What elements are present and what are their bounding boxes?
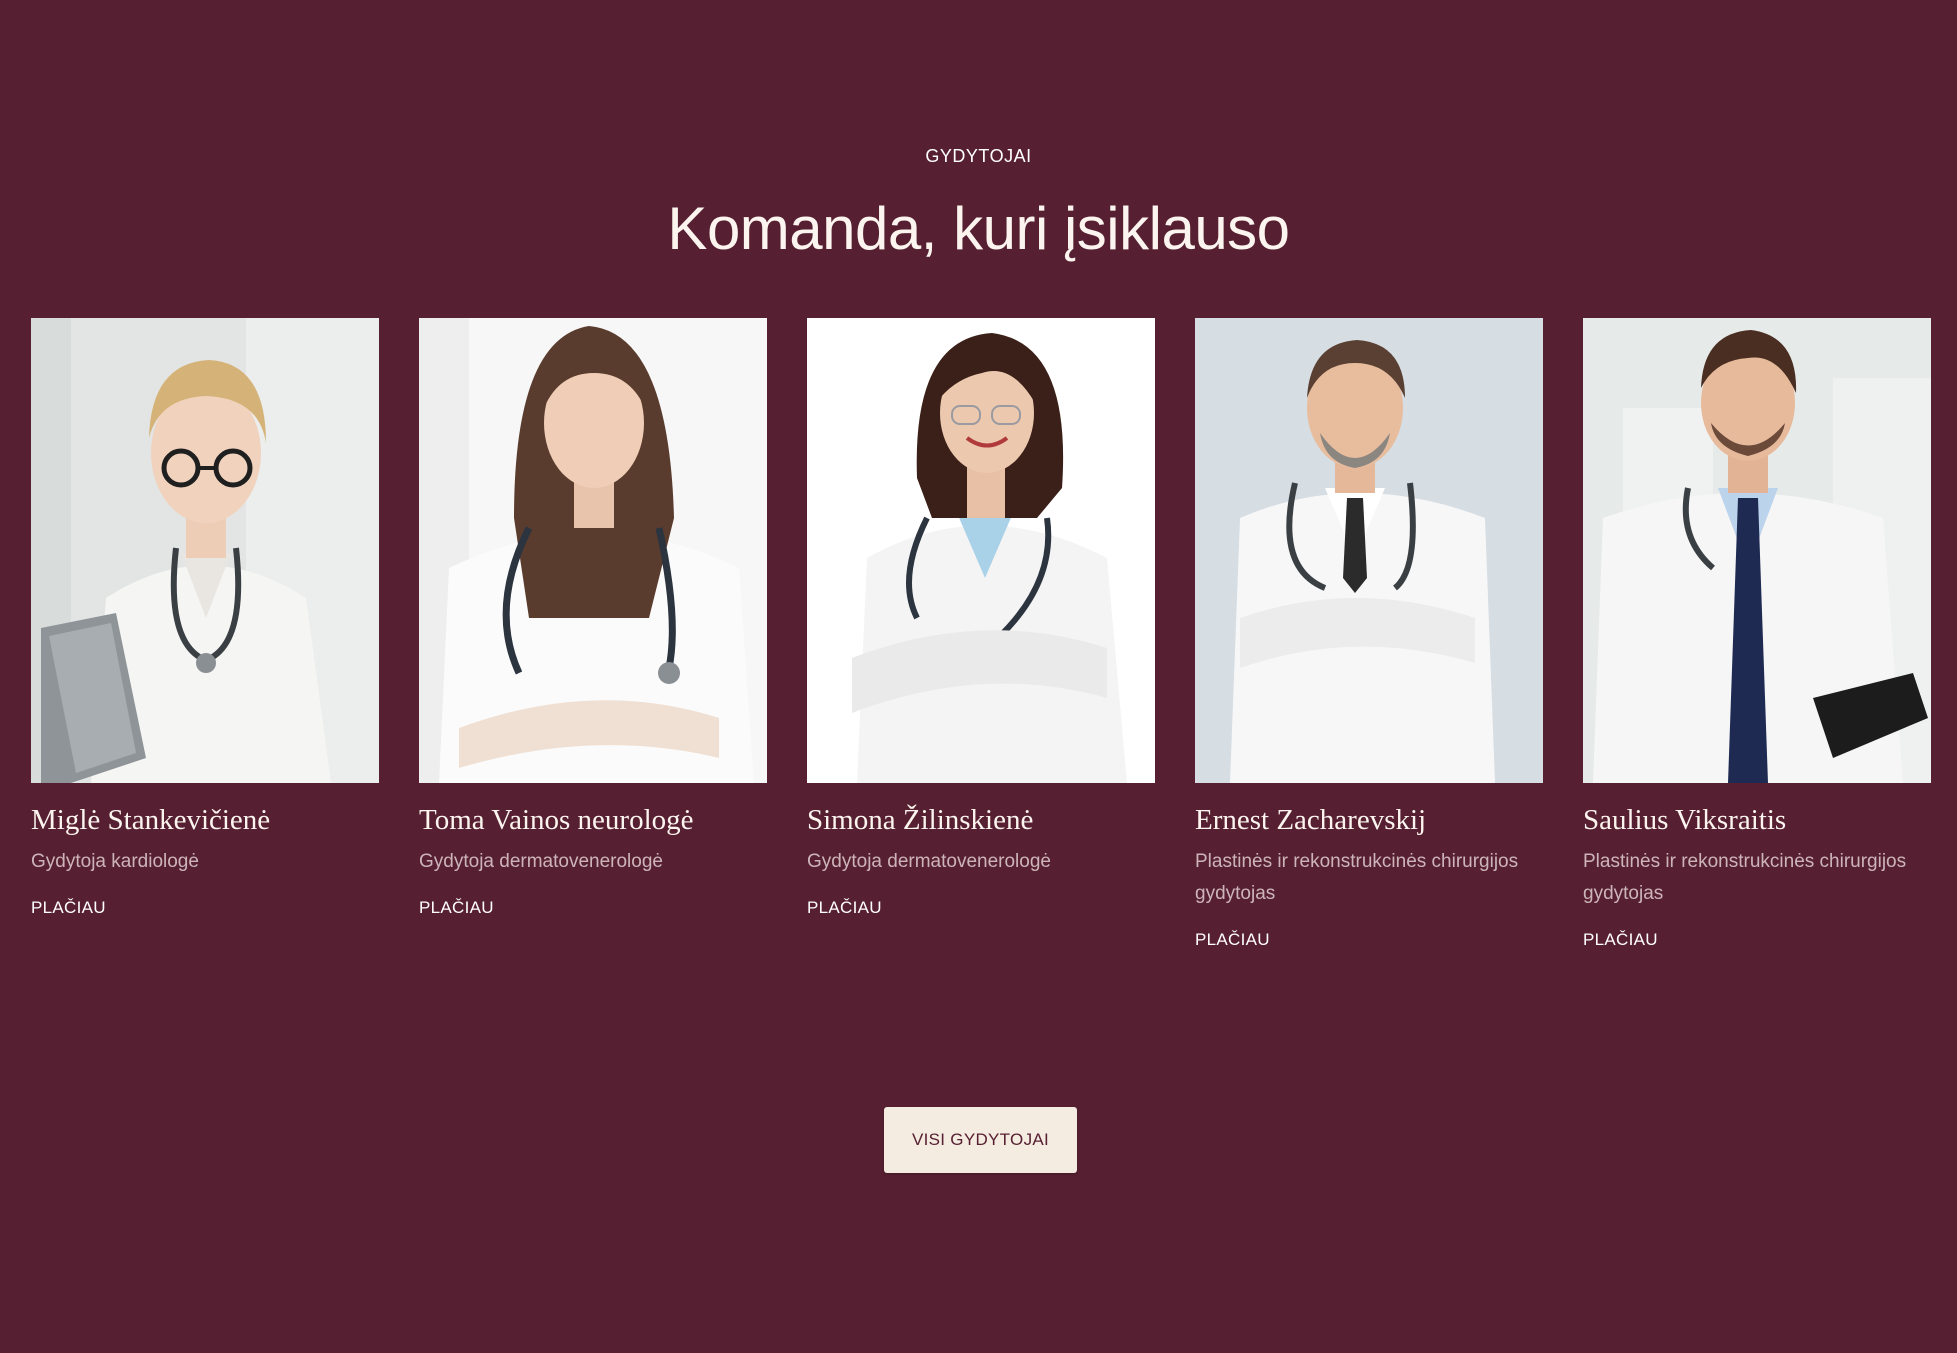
doctor-name: Miglė Stankevičienė [31, 804, 271, 836]
doctor-photo[interactable] [31, 318, 379, 783]
section-eyebrow: GYDYTOJAI [925, 146, 1032, 166]
doctor-name: Ernest Zacharevskij [1195, 804, 1427, 836]
more-link[interactable]: PLAČIAU [1583, 930, 1658, 950]
doctor-card: Ernest Zacharevskij Plastinės ir rekonst… [1195, 318, 1543, 950]
section-title: Komanda, kuri įsiklauso [667, 195, 1290, 262]
doctor-photo[interactable] [419, 318, 767, 783]
doctor-card: Miglė Stankevičienė Gydytoja kardiologė … [31, 318, 379, 950]
doctor-role: Plastinės ir rekonstrukcinės chirurgijos… [1583, 850, 1907, 904]
doctor-photo[interactable] [807, 318, 1155, 783]
doctor-role: Gydytoja dermatovenerologė [807, 850, 1051, 872]
doctor-role: Gydytoja dermatovenerologė [419, 850, 663, 872]
more-link[interactable]: PLAČIAU [807, 898, 882, 918]
doctor-name: Simona Žilinskienė [807, 804, 1034, 836]
doctor-photo[interactable] [1195, 318, 1543, 783]
doctor-name: Saulius Viksraitis [1583, 804, 1787, 836]
doctor-card: Simona Žilinskienė Gydytoja dermatovener… [807, 318, 1155, 950]
doctor-role: Gydytoja kardiologė [31, 850, 199, 872]
doctor-card: Saulius Viksraitis Plastinės ir rekonstr… [1583, 318, 1931, 950]
doctor-name: Toma Vainos neurologė [419, 804, 694, 836]
doctor-list: Miglė Stankevičienė Gydytoja kardiologė … [31, 318, 1931, 950]
doctor-role: Plastinės ir rekonstrukcinės chirurgijos… [1195, 850, 1519, 904]
doctor-card: Toma Vainos neurologė Gydytoja dermatove… [419, 318, 767, 950]
more-link[interactable]: PLAČIAU [31, 898, 106, 918]
more-link[interactable]: PLAČIAU [419, 898, 494, 918]
doctor-photo[interactable] [1583, 318, 1931, 783]
more-link[interactable]: PLAČIAU [1195, 930, 1270, 950]
all-doctors-button[interactable]: VISI GYDYTOJAI [884, 1107, 1077, 1173]
